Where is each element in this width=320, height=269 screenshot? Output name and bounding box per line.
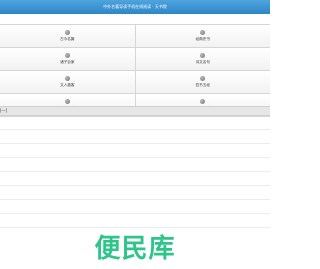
category-label: 文人墨客: [60, 83, 75, 87]
bullet-icon: [200, 99, 206, 104]
section-header: [一]: [0, 106, 270, 116]
bullet-icon: [64, 53, 70, 58]
site-header: 中外名著导读手机在线阅读 · 天书院: [0, 0, 270, 14]
list-item: [0, 158, 270, 172]
category-item-5[interactable]: 文人墨客: [0, 71, 135, 93]
category-label: 诸子百家: [60, 60, 75, 64]
list-item: [0, 172, 270, 186]
section-title: [一]: [0, 108, 8, 113]
bullet-icon: [64, 30, 70, 35]
category-label: 四书五经: [195, 83, 210, 87]
list-item: [0, 116, 270, 130]
category-label: 古今名篇: [60, 37, 75, 41]
category-label: 诗文名句: [195, 60, 210, 64]
list-item: [0, 130, 270, 144]
bullet-icon: [64, 76, 70, 81]
list-item: [0, 144, 270, 158]
content-list: [0, 116, 270, 228]
category-grid: 古今名篇 经典史书 诸子百家 诗文名句 文人墨客 四书五经 古典小说: [0, 24, 270, 117]
site-title: 中外名著导读手机在线阅读 · 天书院: [103, 4, 167, 9]
category-label: 经典史书: [195, 37, 210, 41]
grid-row: 诸子百家 诗文名句: [0, 48, 270, 71]
list-item: [0, 200, 270, 214]
list-item: [0, 214, 270, 228]
watermark-logo: 便民库: [94, 234, 176, 264]
category-item-1[interactable]: 古今名篇: [0, 25, 135, 47]
grid-row: 文人墨客 四书五经: [0, 71, 270, 94]
category-item-2[interactable]: 经典史书: [134, 25, 270, 47]
list-item: [0, 186, 270, 200]
category-item-3[interactable]: 诸子百家: [0, 48, 135, 70]
category-item-4[interactable]: 诗文名句: [134, 48, 270, 70]
bullet-icon: [200, 76, 206, 81]
bullet-icon: [64, 99, 70, 104]
grid-row: 古今名篇 经典史书: [0, 25, 270, 48]
category-item-6[interactable]: 四书五经: [134, 71, 270, 93]
bullet-icon: [200, 30, 206, 35]
bullet-icon: [200, 53, 206, 58]
